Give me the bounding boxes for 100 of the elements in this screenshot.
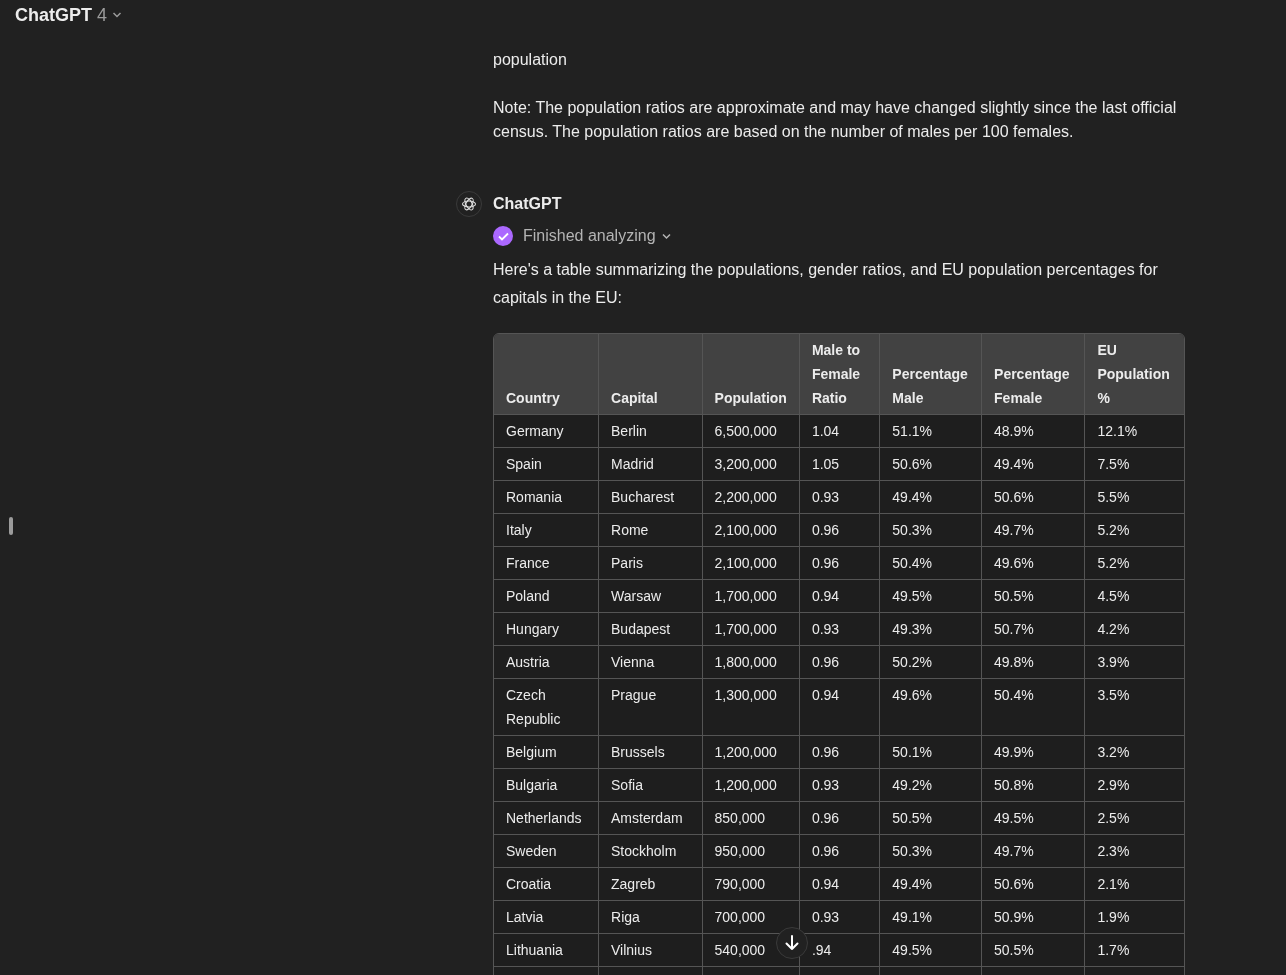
table-cell: 50.1%: [880, 736, 983, 769]
table-cell: Budapest: [599, 613, 703, 646]
table-cell: 0.94: [799, 580, 881, 613]
table-cell: Prague: [599, 679, 703, 736]
table-cell: Berlin: [599, 415, 703, 448]
table-cell: Austria: [494, 646, 600, 679]
table-cell: Sofia: [599, 769, 703, 802]
table-cell: Poland: [494, 580, 600, 613]
table-cell: 49.5%: [982, 802, 1086, 835]
table-cell: 850,000: [702, 802, 800, 835]
table-cell: 1,300,000: [702, 679, 800, 736]
table-cell: 3,200,000: [702, 448, 800, 481]
table-cell: Romania: [494, 481, 600, 514]
table-cell: Bucharest: [599, 481, 703, 514]
table-cell: Belgium: [494, 736, 600, 769]
status-toggle[interactable]: Finished analyzing: [523, 224, 671, 248]
table-cell: 49.6%: [880, 679, 983, 736]
table-cell: 0.96: [799, 547, 881, 580]
table-cell: 49.7%: [982, 514, 1086, 547]
table-cell: 50.7%: [982, 613, 1086, 646]
table-cell: 6,500,000: [702, 415, 800, 448]
table-cell: Lithuania: [494, 934, 600, 967]
table-cell: Rome: [599, 514, 703, 547]
table-cell: 50.9%: [982, 901, 1086, 934]
table-cell: 51.1%: [880, 415, 983, 448]
table-cell: 0.93: [799, 481, 881, 514]
note-paragraph: Note: The population ratios are approximate and may have changed slightly since the last official census. The population ratios are based on the number of males per 100 females.: [493, 98, 1178, 142]
message-text: population: [493, 50, 568, 70]
table-cell: 0.94: [799, 868, 881, 901]
table-cell: 1,800,000: [702, 646, 800, 679]
column-header: Country: [494, 334, 600, 415]
table-cell: 50.5%: [982, 934, 1086, 967]
table-cell: 0.94: [799, 679, 881, 736]
table-cell: 1.04: [799, 415, 881, 448]
table-cell: Spain: [494, 448, 600, 481]
author-name: ChatGPT: [493, 194, 563, 214]
table-cell: 49.4%: [880, 868, 983, 901]
table-cell: 50.5%: [880, 802, 983, 835]
table-cell: 49.3%: [880, 613, 983, 646]
table-cell: 700,000: [702, 901, 800, 934]
table-cell: 0.96: [799, 835, 881, 868]
table-cell: 790,000: [702, 868, 800, 901]
column-header: Capital: [599, 334, 703, 415]
table-cell: Netherlands: [494, 802, 600, 835]
table-cell: 49.7%: [982, 835, 1086, 868]
table-cell: 49.9%: [982, 736, 1086, 769]
message-text: Here's a table summarizing the populations, gender ratios, and EU population percentages for capitals in the EU:: [493, 260, 1159, 308]
table-cell: Madrid: [599, 448, 703, 481]
table-cell: 50.8%: [982, 769, 1086, 802]
table-cell: Vienna: [599, 646, 703, 679]
table-cell: Riga: [599, 901, 703, 934]
table-cell: 0.96: [799, 514, 881, 547]
column-header: Percentage Female: [982, 334, 1086, 415]
table-cell: 49.6%: [982, 547, 1086, 580]
table-cell: 50.6%: [982, 481, 1086, 514]
table-cell: 0.96: [799, 802, 881, 835]
table-cell: 2,200,000: [702, 481, 800, 514]
table-cell: 50.3%: [880, 514, 983, 547]
table-cell: 0.93: [799, 769, 881, 802]
table-cell: 1,700,000: [702, 613, 800, 646]
table-cell: Bulgaria: [494, 769, 600, 802]
table-cell: 950,000: [702, 835, 800, 868]
table-cell: 1,700,000: [702, 580, 800, 613]
table-cell: 50.3%: [880, 835, 983, 868]
table-cell: 50.4%: [982, 679, 1086, 736]
table-cell: 2,100,000: [702, 547, 800, 580]
table-cell: Sweden: [494, 835, 600, 868]
table-cell: Stockholm: [599, 835, 703, 868]
table-cell: 49.2%: [880, 769, 983, 802]
table-cell: 0.96: [799, 736, 881, 769]
table-cell: Germany: [494, 415, 600, 448]
column-header: Population: [702, 334, 800, 415]
table-cell: Hungary: [494, 613, 600, 646]
table-cell: Italy: [494, 514, 600, 547]
table-cell: 49.5%: [880, 580, 983, 613]
table-cell: Vilnius: [599, 934, 703, 967]
table-cell: France: [494, 547, 600, 580]
table-cell: 49.8%: [982, 646, 1086, 679]
table-cell: 0.96: [799, 646, 881, 679]
table-cell: 49.4%: [880, 481, 983, 514]
table-cell: 50.6%: [982, 868, 1086, 901]
table-cell: 49.4%: [982, 448, 1086, 481]
table-cell: 50.5%: [982, 580, 1086, 613]
column-header: Male to Female Ratio: [799, 334, 881, 415]
table-cell: 50.6%: [880, 448, 983, 481]
table-cell: 1,200,000: [702, 736, 800, 769]
model-selector[interactable]: ChatGPT 4: [15, 4, 123, 26]
table-cell: Zagreb: [599, 868, 703, 901]
table-cell: 1,200,000: [702, 769, 800, 802]
table-cell: 0.93: [799, 613, 881, 646]
table-cell: 50.4%: [880, 547, 983, 580]
sidebar-toggle-handle[interactable]: [9, 517, 13, 535]
table-cell: 50.2%: [880, 646, 983, 679]
column-header: EU Population %: [1085, 334, 1184, 415]
table-cell: Czech Republic: [494, 679, 600, 736]
table-cell: Latvia: [494, 901, 600, 934]
arrow-down-icon: [785, 935, 799, 951]
table-cell: 49.5%: [880, 934, 983, 967]
table-cell: Croatia: [494, 868, 600, 901]
table-cell: .94: [799, 934, 881, 967]
